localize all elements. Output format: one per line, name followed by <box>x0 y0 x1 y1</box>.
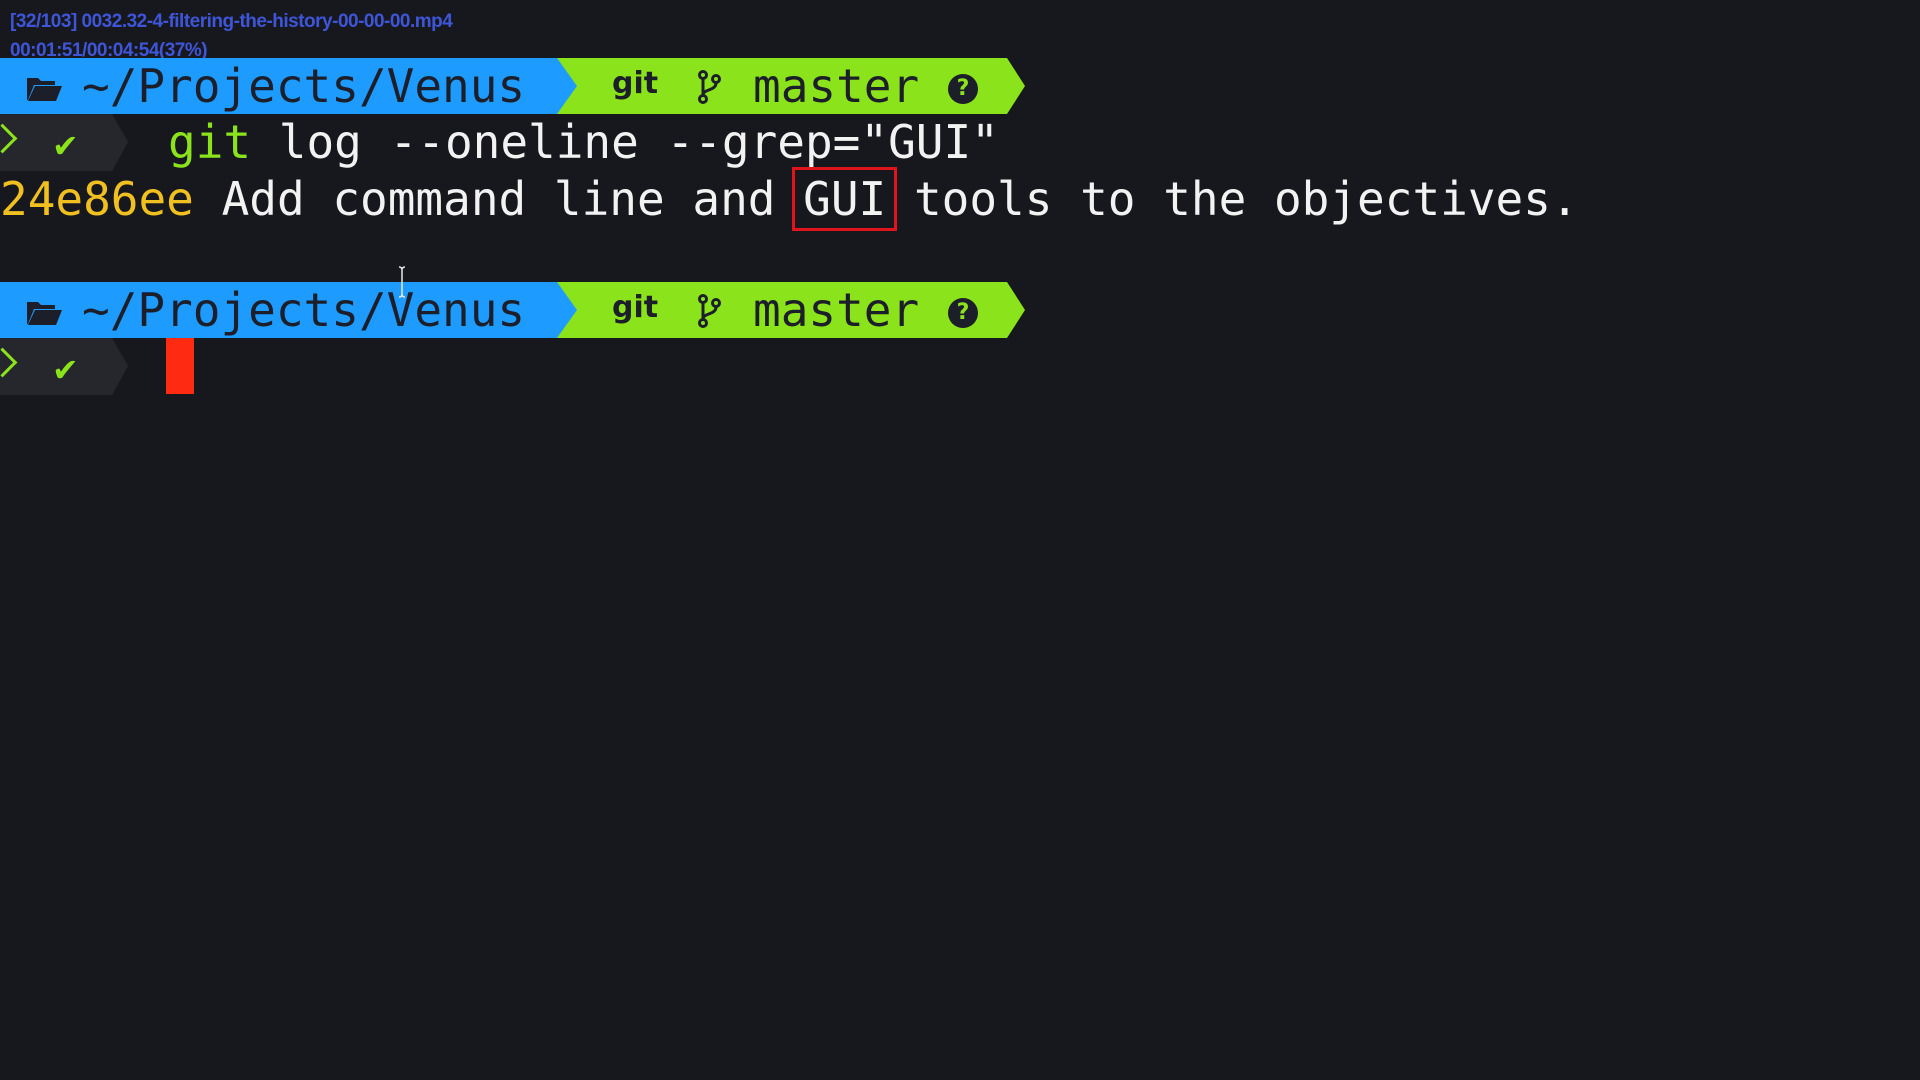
terminal-cursor <box>166 338 194 394</box>
folder-open-icon <box>27 302 62 325</box>
folder-open-icon <box>27 78 62 101</box>
prompt-bar-2: ~/Projects/Venus git master ? <box>0 282 1030 338</box>
commit-message-start: Add command line and <box>193 172 804 226</box>
path-segment: ~/Projects/Venus <box>0 282 557 338</box>
commit-message-end: tools to the objectives. <box>886 172 1579 226</box>
log-output-line: 24e86ee Add command line and GUI tools t… <box>0 167 1579 231</box>
current-path: ~/Projects/Venus <box>82 283 526 337</box>
path-segment: ~/Projects/Venus <box>0 58 557 114</box>
branch-name: master <box>753 59 920 113</box>
input-line[interactable]: ✔ <box>0 338 1920 395</box>
status-segment: ✔ <box>0 114 112 171</box>
git-label: git <box>612 290 659 325</box>
command-args: log --oneline --grep="GUI" <box>251 115 999 169</box>
git-label: git <box>612 66 659 101</box>
git-branch-icon <box>698 294 721 328</box>
status-segment: ✔ <box>0 338 112 395</box>
check-icon: ✔ <box>52 351 79 389</box>
commit-hash: 24e86ee <box>0 172 194 226</box>
check-icon: ✔ <box>52 127 79 165</box>
command-program: git <box>168 115 252 169</box>
command-text[interactable]: git log --oneline --grep="GUI" <box>168 116 999 168</box>
video-file-info: [32/103] 0032.32-4-filtering-the-history… <box>10 11 453 32</box>
mouse-ibeam-cursor-icon <box>398 266 406 298</box>
question-circle-icon: ? <box>948 298 978 328</box>
chevron-right-icon <box>0 123 18 154</box>
git-branch-icon <box>698 70 721 104</box>
branch-name: master <box>753 283 920 337</box>
chevron-right-icon <box>0 347 18 378</box>
current-path: ~/Projects/Venus <box>82 59 526 113</box>
prompt-bar-1: ~/Projects/Venus git master ? <box>0 58 1030 114</box>
question-circle-icon: ? <box>948 74 978 104</box>
highlighted-match: GUI <box>792 167 898 231</box>
command-line: ✔ git log --oneline --grep="GUI" <box>0 114 1920 171</box>
